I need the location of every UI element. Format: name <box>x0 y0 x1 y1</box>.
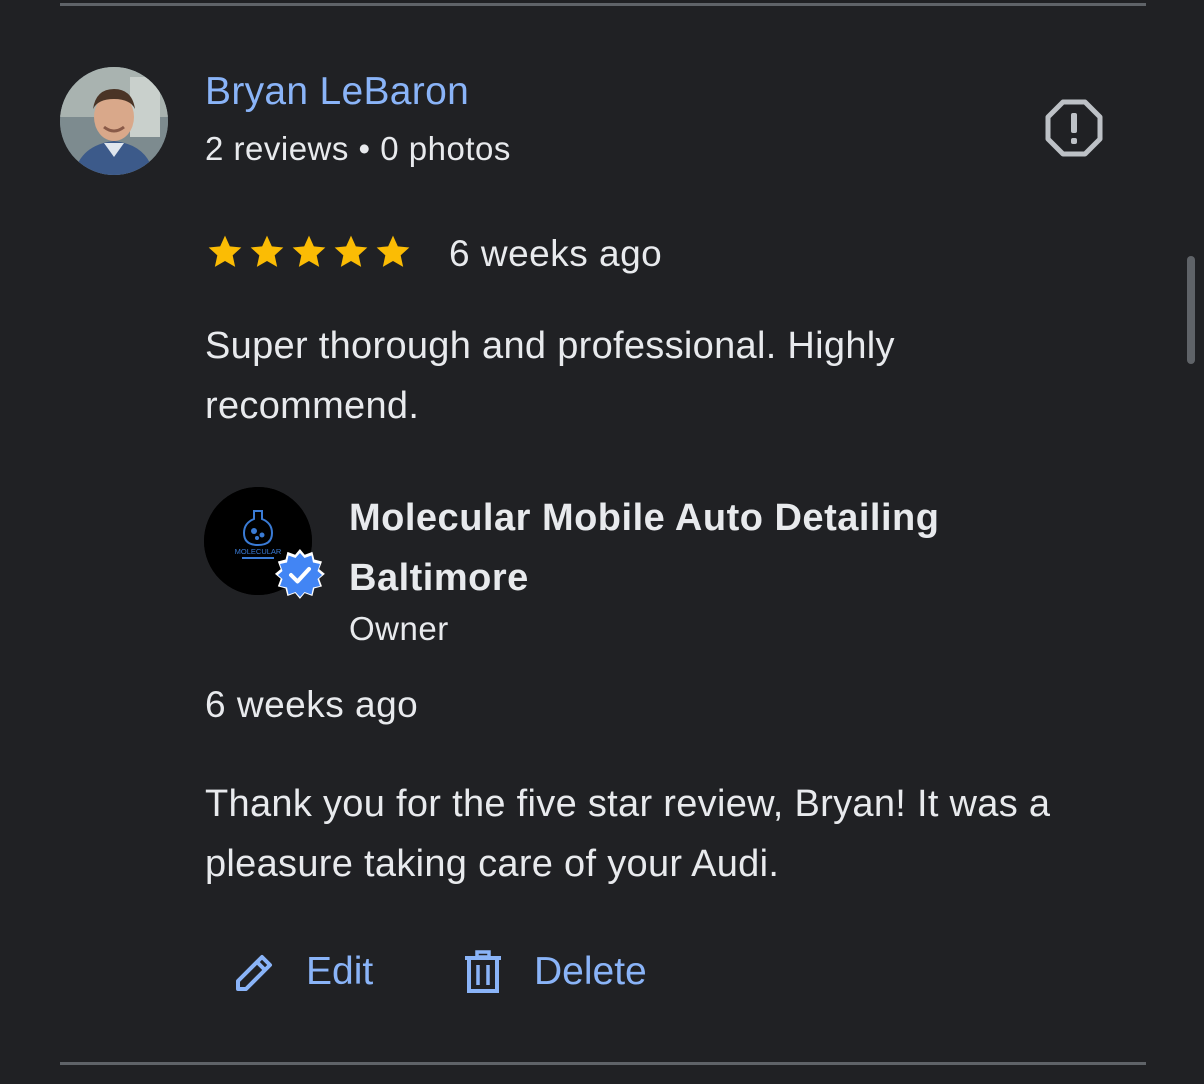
edit-reply-button[interactable]: Edit <box>232 944 373 1000</box>
owner-business-name: Molecular Mobile Auto Detailing Baltimor… <box>349 497 940 599</box>
verified-badge-icon <box>274 548 326 600</box>
reply-time: 6 weeks ago <box>205 684 419 725</box>
reviewer-avatar[interactable] <box>60 67 168 175</box>
reviewer-name[interactable]: Bryan LeBaron <box>205 70 469 114</box>
star-rating <box>205 232 413 272</box>
edit-label: Edit <box>306 950 374 993</box>
star-icon <box>376 235 410 267</box>
report-icon[interactable] <box>1044 98 1104 158</box>
review-text: Super thorough and professional. Highly … <box>205 325 895 427</box>
top-divider <box>60 3 1146 6</box>
pencil-icon <box>232 949 278 995</box>
star-icon <box>208 235 242 267</box>
star-icon <box>334 235 368 267</box>
bottom-divider <box>60 1062 1146 1065</box>
owner-role-label: Owner <box>349 610 449 647</box>
star-icon <box>292 235 326 267</box>
star-icon <box>250 235 284 267</box>
reviewer-meta: 2 reviews • 0 photos <box>205 130 511 167</box>
review-time: 6 weeks ago <box>449 233 663 274</box>
delete-label: Delete <box>534 950 647 993</box>
trash-icon <box>460 949 506 995</box>
reply-text: Thank you for the five star review, Brya… <box>205 783 1051 885</box>
delete-reply-button[interactable]: Delete <box>460 944 647 1000</box>
scrollbar[interactable] <box>1187 256 1195 364</box>
